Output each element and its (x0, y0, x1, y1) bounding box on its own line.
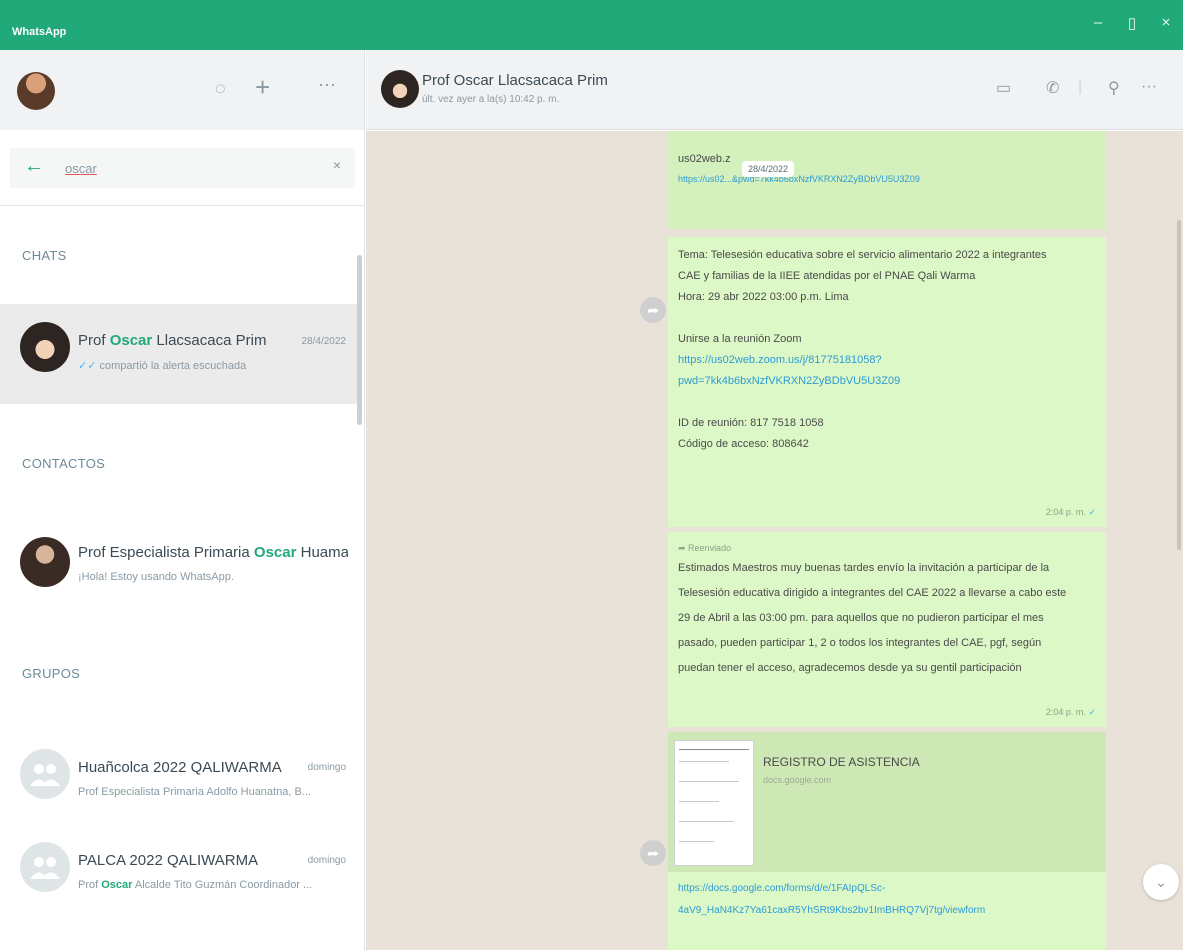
message-line: CAE y familias de la IIEE atendidas por … (678, 270, 976, 282)
search-row: ← × (0, 130, 364, 205)
read-ticks-icon: ✓✓ (78, 360, 100, 372)
message-line: Estimados Maestros muy buenas tardes env… (678, 562, 1050, 574)
forwarded-label: ➦ Reenviado (678, 543, 732, 553)
message-line: 29 de Abril a las 03:00 pm. para aquello… (678, 612, 1044, 624)
window-titlebar: WhatsApp – ▯ × (0, 0, 1183, 50)
app-title: WhatsApp (12, 26, 67, 38)
forward-icon[interactable]: ➦ (640, 297, 666, 323)
chat-row[interactable]: Prof Oscar Llacsacaca Prim 28/4/2022 ✓✓ … (0, 304, 358, 404)
maximize-button[interactable]: ▯ (1122, 14, 1142, 32)
contact-name: Prof Especialista Primaria Oscar Huama..… (78, 544, 348, 561)
search-box: ← × (10, 148, 355, 188)
message-line: Hora: 29 abr 2022 03:00 p.m. Lima (678, 291, 849, 303)
close-button[interactable]: × (1156, 14, 1176, 31)
group-name: Huañcolca 2022 QALIWARMA (78, 759, 282, 776)
contact-row[interactable]: Prof Especialista Primaria Oscar Huama..… (0, 519, 358, 619)
contact-avatar (20, 537, 70, 587)
divider: | (1078, 78, 1083, 95)
message-line: ID de reunión: 817 7518 1058 (678, 417, 824, 429)
message-line: pasado, pueden participar 1, 2 o todos l… (678, 637, 1042, 649)
chat-time: 28/4/2022 (301, 336, 347, 347)
sidebar: ◌ + ··· ← × CHATS Prof Oscar Llacsacaca … (0, 50, 365, 950)
sidebar-header: ◌ + ··· (0, 50, 364, 130)
section-chats-label: CHATS (22, 248, 67, 263)
group-time: domingo (307, 762, 346, 773)
chat-scrollbar[interactable] (1177, 220, 1181, 550)
group-time: domingo (307, 855, 346, 866)
message-text: us02web.z (678, 153, 731, 165)
message-bubble[interactable]: ➦ Reenviado Estimados Maestros muy buena… (668, 532, 1106, 727)
status-icon[interactable]: ◌ (215, 78, 226, 99)
clear-search-icon[interactable]: × (333, 157, 341, 173)
form-link[interactable]: https://docs.google.com/forms/d/e/1FAIpQ… (678, 878, 1098, 922)
phone-icon[interactable]: ✆ (1046, 78, 1059, 98)
chat-avatar[interactable] (381, 70, 419, 108)
message-line: Unirse a la reunión Zoom (678, 333, 802, 345)
message-line: Tema: Telesesión educativa sobre el serv… (678, 249, 1047, 261)
my-avatar[interactable] (17, 72, 55, 110)
group-name: PALCA 2022 QALIWARMA (78, 852, 259, 869)
new-chat-icon[interactable]: + (255, 72, 270, 103)
forward-icon[interactable]: ➦ (640, 840, 666, 866)
menu-icon[interactable]: ··· (318, 74, 336, 95)
chat-name: Prof Oscar Llacsacaca Prim (78, 332, 267, 349)
zoom-link[interactable]: https://us02web.zoom.us/j/81775181058? (678, 350, 1096, 371)
group-row[interactable]: PALCA 2022 QALIWARMA domingo Prof Oscar … (0, 824, 358, 924)
back-arrow-icon[interactable]: ← (24, 155, 44, 178)
group-icon (30, 857, 60, 879)
message-bubble[interactable]: us02web.z https://us02...&pwd=7kk4b6bxNz… (668, 131, 1106, 229)
date-chip: 28/4/2022 (742, 161, 795, 177)
chat-last-seen: últ. vez ayer a la(s) 10:42 p. m. (422, 94, 560, 105)
chat-title[interactable]: Prof Oscar Llacsacaca Prim (422, 72, 608, 89)
video-call-icon[interactable]: ▭ (996, 78, 1011, 98)
section-groups-label: GRUPOS (22, 666, 81, 681)
contact-avatar (20, 322, 70, 372)
group-icon (30, 764, 60, 786)
chat-preview: ✓✓ compartió la alerta escuchada (78, 360, 247, 372)
chat-header: Prof Oscar Llacsacaca Prim últ. vez ayer… (366, 50, 1183, 130)
message-line: puedan tener el acceso, agradecemos desd… (678, 662, 1022, 674)
message-time: 2:04 p. m. ✓ (1045, 507, 1096, 517)
message-bubble[interactable]: Tema: Telesesión educativa sobre el serv… (668, 237, 1106, 527)
link-preview-domain: docs.google.com (763, 775, 832, 785)
search-icon[interactable]: ⚲ (1108, 78, 1120, 98)
group-avatar (20, 842, 70, 892)
message-link[interactable]: https://us02...&pwd=7kk4b6bxNzfVKRXN2ZyB… (678, 170, 1096, 188)
message-line: Código de acceso: 808642 (678, 438, 809, 450)
message-line: Telesesión educativa dirigido a integran… (678, 587, 1067, 599)
scroll-down-button[interactable]: ⌄ (1143, 864, 1179, 900)
link-preview-title: REGISTRO DE ASISTENCIA (763, 755, 920, 769)
group-row[interactable]: Huañcolca 2022 QALIWARMA domingo Prof Es… (0, 731, 358, 831)
zoom-link-cont[interactable]: pwd=7kk4b6bxNzfVKRXN2ZyBDbVU5U3Z09 (678, 371, 1096, 392)
group-avatar (20, 749, 70, 799)
forwarded-icon: ➦ (678, 543, 689, 553)
chat-menu-icon[interactable]: ··· (1141, 78, 1157, 96)
group-preview: Prof Oscar Alcalde Tito Guzmán Coordinad… (78, 879, 313, 891)
group-preview: Prof Especialista Primaria Adolfo Huanat… (78, 786, 311, 798)
section-contacts-label: CONTACTOS (22, 456, 106, 471)
form-thumbnail (674, 740, 754, 866)
chevron-down-icon: ⌄ (1155, 874, 1167, 890)
sidebar-scrollbar[interactable] (357, 255, 362, 425)
minimize-button[interactable]: – (1088, 14, 1108, 31)
message-time: 2:04 p. m. ✓ (1045, 707, 1096, 717)
search-input[interactable] (65, 158, 315, 178)
search-results: CHATS Prof Oscar Llacsacaca Prim 28/4/20… (0, 205, 364, 950)
contact-status: ¡Hola! Estoy usando WhatsApp. (78, 571, 234, 583)
